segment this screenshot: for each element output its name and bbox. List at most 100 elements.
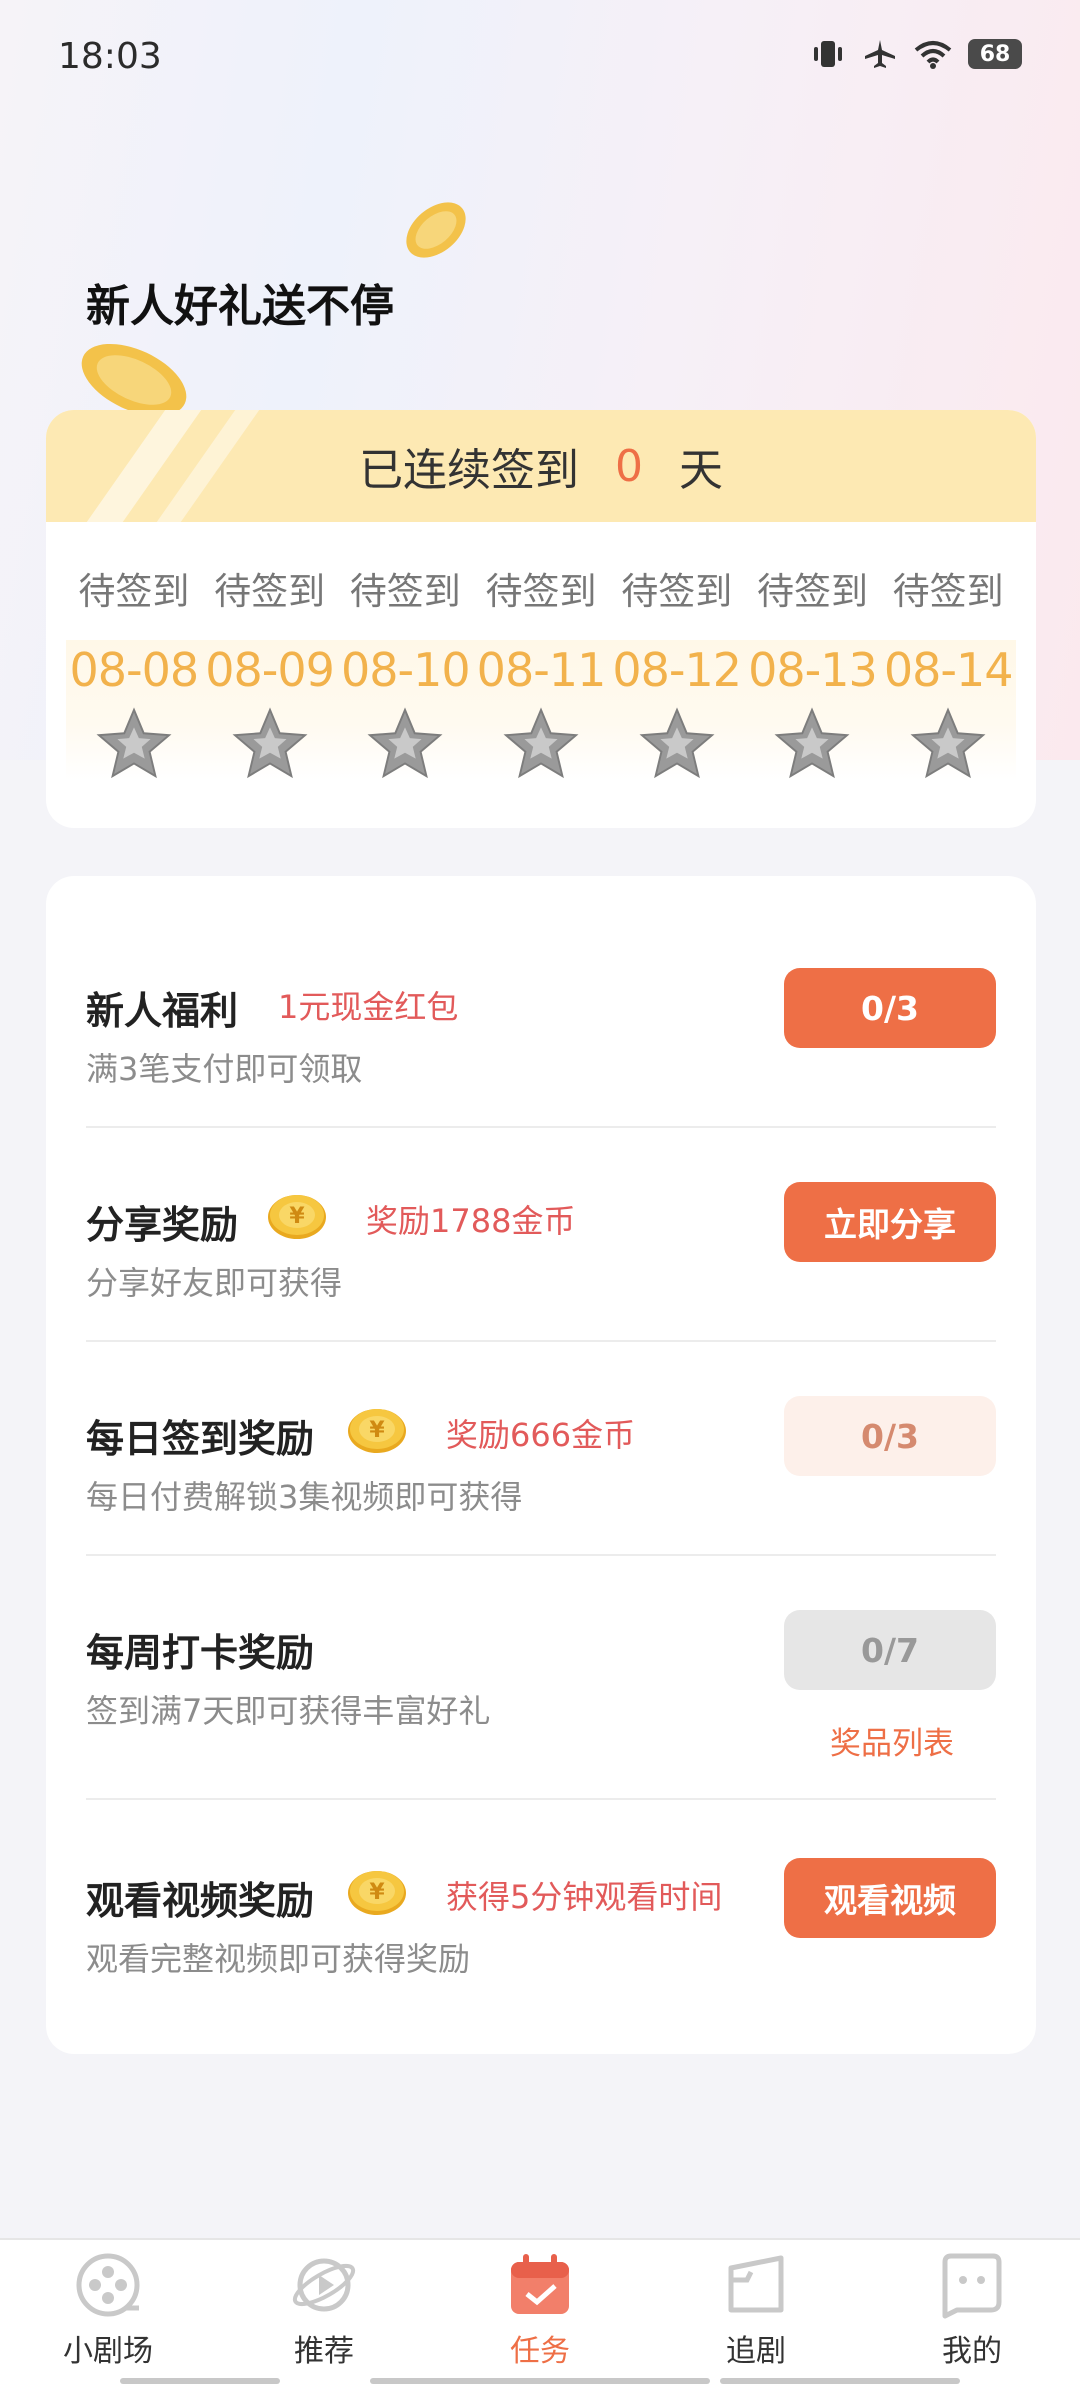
status-bar: 18:03 68 (0, 0, 1080, 120)
day-status: 待签到 (214, 570, 326, 613)
status-time: 18:03 (58, 36, 162, 77)
star-badge-icon (639, 707, 715, 779)
divider (86, 1340, 996, 1342)
star-badge-icon (910, 707, 986, 779)
day-status: 待签到 (349, 570, 461, 613)
daily-signin-progress-button[interactable]: 0/3 (784, 1396, 996, 1476)
tab-mini-theater[interactable]: 小剧场 (28, 2250, 188, 2390)
day-date: 08-14 (883, 643, 1014, 697)
signin-day[interactable]: 待签到 08-14 (880, 560, 1017, 810)
signin-day[interactable]: 待签到 08-08 (66, 560, 202, 810)
star-badge-icon (503, 707, 579, 779)
planet-play-icon (292, 2258, 356, 2312)
task-desc: 签到满7天即可获得丰富好礼 (86, 1692, 491, 1730)
star-badge-icon (367, 707, 443, 779)
day-date: 08-08 (69, 643, 200, 697)
day-cell: 08-12 (608, 640, 745, 780)
star-badge-icon (96, 707, 172, 779)
task-card: 新人福利 1元现金红包 满3笔支付即可领取 0/3 分享奖励 ¥ 奖励1788金… (46, 876, 1036, 2054)
day-status: 待签到 (621, 570, 733, 613)
coin-decoration-icon (406, 202, 466, 258)
day-status: 待签到 (892, 570, 1004, 613)
star-badge-icon (232, 707, 308, 779)
prize-list-link[interactable]: 奖品列表 (830, 1718, 954, 1763)
day-cell: 08-10 (337, 640, 474, 780)
task-name: 观看视频奖励 (86, 1879, 315, 1923)
face-icon (942, 2253, 1002, 2319)
day-cell: 08-13 (744, 640, 881, 780)
task-item-weekly-checkin: 每周打卡奖励 签到满7天即可获得丰富好礼 0/7 奖品列表 (86, 1610, 996, 1822)
task-item-new-user: 新人福利 1元现金红包 满3笔支付即可领取 0/3 (86, 968, 996, 1180)
signin-day[interactable]: 待签到 08-12 (608, 560, 745, 810)
divider (86, 1554, 996, 1556)
signin-days-count: 0 (615, 440, 643, 492)
tab-tasks[interactable]: 任务 (460, 2250, 620, 2390)
airplane-icon (865, 40, 895, 68)
tab-label: 追剧 (726, 2334, 786, 2369)
day-cell: 08-09 (201, 640, 338, 780)
signin-day[interactable]: 待签到 08-10 (337, 560, 474, 810)
task-item-watch-video: 观看视频奖励 ¥ 获得5分钟观看时间 观看完整视频即可获得奖励 观看视频 (86, 1858, 996, 2070)
calendar-task-icon (511, 2254, 569, 2314)
day-cell: 08-11 (473, 640, 609, 780)
day-date: 08-10 (340, 643, 471, 697)
divider (86, 1798, 996, 1800)
task-item-daily-signin: 每日签到奖励 ¥ 奖励666金币 每日付费解锁3集视频即可获得 0/3 (86, 1396, 996, 1608)
wifi-icon (914, 41, 952, 69)
share-now-button[interactable]: 立即分享 (784, 1182, 996, 1262)
day-date: 08-13 (748, 643, 878, 697)
task-name: 每日签到奖励 (86, 1417, 315, 1461)
task-desc: 每日付费解锁3集视频即可获得 (86, 1478, 523, 1516)
folder-icon (728, 2255, 784, 2313)
vibrate-icon (814, 41, 842, 67)
signin-days-row: 待签到 08-08 待签到 08-09 待签到 08-10 待签到 08-11 (66, 560, 1017, 810)
day-status: 待签到 (485, 570, 597, 613)
day-date: 08-12 (612, 643, 742, 697)
day-status: 待签到 (78, 570, 190, 613)
task-reward: 奖励1788金币 (366, 1202, 576, 1240)
signin-day[interactable]: 待签到 08-09 (201, 560, 338, 810)
home-indicator (370, 2378, 710, 2384)
battery-indicator: 68 (968, 39, 1022, 69)
star-badge-icon (774, 707, 850, 779)
gold-coin-icon: ¥ (348, 1871, 406, 1915)
weekly-checkin-progress-button[interactable]: 0/7 (784, 1610, 996, 1690)
tab-label: 任务 (510, 2334, 570, 2369)
signin-card: 已连续签到 0 天 待签到 08-08 待签到 08-09 待签到 08-10 (46, 410, 1036, 828)
gold-coin-icon: ¥ (268, 1195, 326, 1239)
signin-day[interactable]: 待签到 08-13 (744, 560, 881, 810)
new-user-progress-button[interactable]: 0/3 (784, 968, 996, 1048)
bottom-tab-bar: 小剧场 推荐 任务 追剧 我的 (0, 2238, 1080, 2390)
day-cell: 08-08 (66, 640, 202, 780)
task-name: 每周打卡奖励 (86, 1631, 315, 1675)
home-indicator (120, 2378, 280, 2384)
signin-header: 已连续签到 0 天 (46, 410, 1036, 522)
task-name: 分享奖励 (86, 1203, 239, 1247)
watch-video-button[interactable]: 观看视频 (784, 1858, 996, 1938)
coin-decoration-icon (81, 343, 187, 415)
tab-recommend[interactable]: 推荐 (244, 2250, 404, 2390)
task-desc: 满3笔支付即可领取 (86, 1050, 363, 1088)
home-indicator (720, 2378, 960, 2384)
tab-label: 小剧场 (63, 2334, 153, 2369)
tab-label: 我的 (942, 2334, 1002, 2369)
day-date: 08-09 (205, 643, 335, 697)
day-status: 待签到 (756, 570, 868, 613)
signin-day[interactable]: 待签到 08-11 (473, 560, 609, 810)
task-reward: 奖励666金币 (446, 1416, 636, 1454)
tab-mine[interactable]: 我的 (892, 2250, 1052, 2390)
task-desc: 分享好友即可获得 (86, 1264, 343, 1302)
divider (86, 1126, 996, 1128)
day-cell: 08-14 (880, 640, 1017, 780)
signin-suffix: 天 (679, 445, 723, 496)
task-reward: 获得5分钟观看时间 (446, 1878, 723, 1916)
day-date: 08-11 (476, 643, 607, 697)
page-title: 新人好礼送不停 (86, 281, 394, 332)
svg-text:¥: ¥ (289, 1204, 305, 1229)
tab-following[interactable]: 追剧 (676, 2250, 836, 2390)
svg-text:¥: ¥ (369, 1418, 385, 1443)
task-name: 新人福利 (86, 989, 239, 1033)
status-icons: 68 (810, 38, 1022, 70)
task-reward: 1元现金红包 (278, 988, 459, 1026)
film-reel-icon (76, 2253, 140, 2317)
